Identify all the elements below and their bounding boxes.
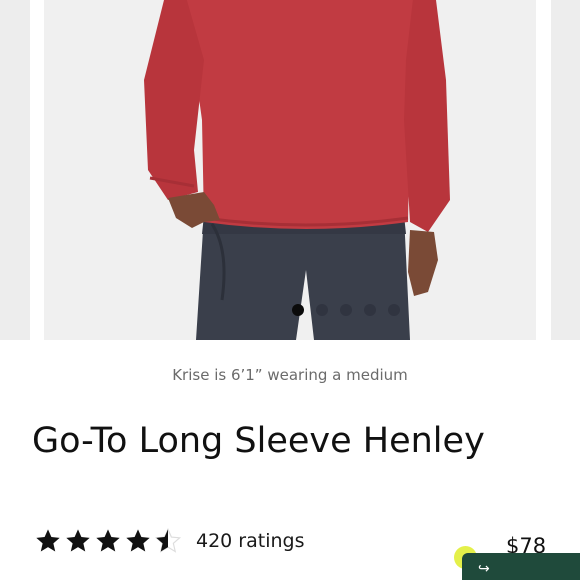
chat-widget-button[interactable]: ↪ [462, 553, 580, 580]
product-image-carousel[interactable] [0, 0, 580, 340]
star-icon [124, 527, 152, 555]
carousel-dot-4[interactable] [364, 304, 376, 316]
carousel-dot-3[interactable] [340, 304, 352, 316]
product-photo[interactable] [44, 0, 536, 340]
carousel-pagination [292, 303, 400, 317]
model-photo-illustration [144, 0, 450, 340]
star-icon [94, 527, 122, 555]
product-title: Go-To Long Sleeve Henley [32, 421, 485, 461]
previous-image-peek[interactable] [0, 0, 30, 340]
half-star-icon [154, 527, 182, 555]
carousel-dot-1[interactable] [292, 304, 304, 316]
carousel-dot-2[interactable] [316, 304, 328, 316]
next-image-peek[interactable] [551, 0, 580, 340]
star-icon [64, 527, 92, 555]
chat-icon: ↪ [478, 561, 490, 577]
model-size-caption: Krise is 6’1” wearing a medium [172, 366, 408, 384]
star-icon [34, 527, 62, 555]
star-rating [34, 527, 182, 555]
rating-summary[interactable]: 420 ratings [34, 526, 305, 556]
ratings-count[interactable]: 420 ratings [196, 530, 305, 552]
carousel-dot-5[interactable] [388, 304, 400, 316]
